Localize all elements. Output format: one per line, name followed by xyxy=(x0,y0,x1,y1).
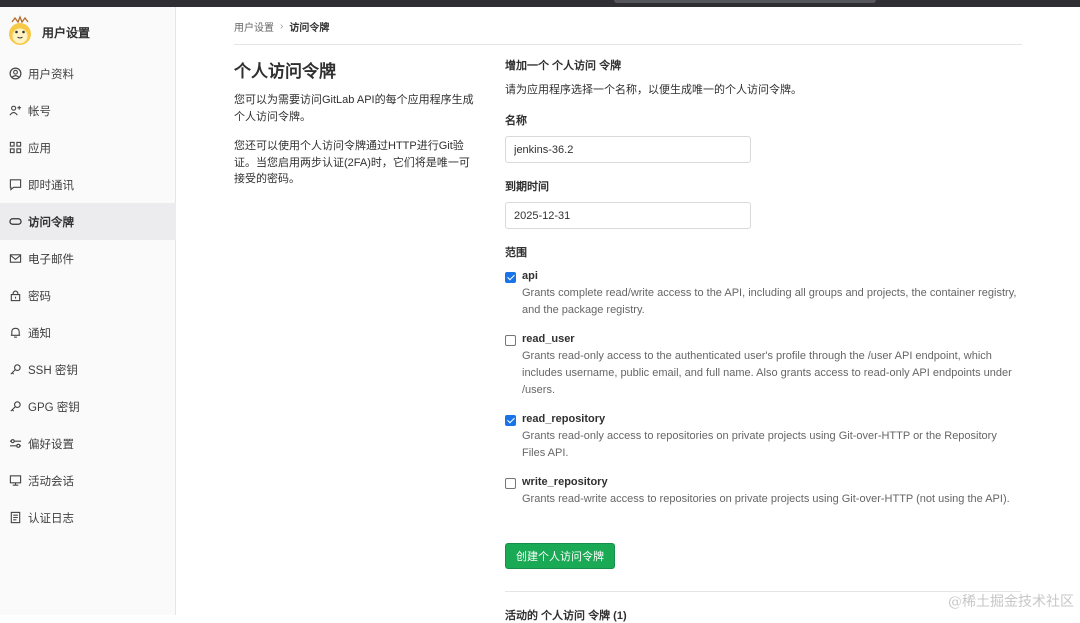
sidebar-item-profile[interactable]: 用户资料 xyxy=(0,55,176,92)
sidebar-item-active-sessions[interactable]: 活动会话 xyxy=(0,462,176,499)
scope-api: api Grants complete read/write access to… xyxy=(505,270,1021,319)
profile-icon xyxy=(8,67,22,81)
scope-name[interactable]: api xyxy=(522,270,1021,282)
intro-paragraph-2: 您还可以使用个人访问令牌通过HTTP进行Git验证。当您启用两步认证(2FA)时… xyxy=(234,138,480,188)
sidebar-item-label: SSH 密钥 xyxy=(28,362,78,378)
scope-write-repository: write_repository Grants read-write acces… xyxy=(505,476,1021,508)
key-icon xyxy=(8,400,22,414)
sidebar-item-label: 用户资料 xyxy=(28,66,74,82)
sidebar-nav: 用户资料 帐号 应用 即时通讯 访问令牌 电子邮件 密码 通知 xyxy=(0,55,176,536)
sidebar-item-label: 认证日志 xyxy=(28,510,74,526)
breadcrumb-parent[interactable]: 用户设置 xyxy=(234,19,274,34)
main-content: 用户设置 › 访问令牌 个人访问令牌 您可以为需要访问GitLab API的每个… xyxy=(176,7,1080,615)
account-icon xyxy=(8,104,22,118)
scope-read-repository: read_repository Grants read-only access … xyxy=(505,413,1021,462)
sidebar-item-account[interactable]: 帐号 xyxy=(0,92,176,129)
sidebar-item-label: 帐号 xyxy=(28,103,51,119)
scope-api-checkbox[interactable] xyxy=(505,272,516,283)
sidebar-item-chat[interactable]: 即时通讯 xyxy=(0,166,176,203)
scope-read-user: read_user Grants read-only access to the… xyxy=(505,333,1021,399)
sidebar-item-label: 应用 xyxy=(28,140,51,156)
active-tokens-title: 活动的 个人访问 令牌 (1) xyxy=(505,607,627,623)
bell-icon xyxy=(8,326,22,340)
sidebar-item-label: 偏好设置 xyxy=(28,436,74,452)
sidebar-item-label: 密码 xyxy=(28,288,51,304)
sidebar-header[interactable]: 用户设置 xyxy=(0,13,176,51)
token-name-input[interactable] xyxy=(505,136,751,163)
sidebar-title: 用户设置 xyxy=(42,24,90,41)
token-icon xyxy=(8,215,22,229)
settings-sidebar: 用户设置 用户资料 帐号 应用 即时通讯 访问令牌 电子邮件 密码 xyxy=(0,7,176,615)
scope-description: Grants complete read/write access to the… xyxy=(522,285,1021,319)
intro-paragraph-1: 您可以为需要访问GitLab API的每个应用程序生成个人访问令牌。 xyxy=(234,92,480,125)
sidebar-item-label: 访问令牌 xyxy=(28,214,74,230)
sidebar-item-applications[interactable]: 应用 xyxy=(0,129,176,166)
breadcrumb-divider xyxy=(234,44,1022,45)
user-avatar-icon[interactable] xyxy=(5,13,35,47)
sidebar-item-emails[interactable]: 电子邮件 xyxy=(0,240,176,277)
form-description: 请为应用程序选择一个名称，以便生成唯一的个人访问令牌。 xyxy=(505,81,1021,97)
sidebar-item-label: 电子邮件 xyxy=(28,251,74,267)
page-title: 个人访问令牌 xyxy=(234,57,480,82)
sidebar-item-label: 活动会话 xyxy=(28,473,74,489)
sidebar-item-label: 通知 xyxy=(28,325,51,341)
key-icon xyxy=(8,363,22,377)
sidebar-item-notifications[interactable]: 通知 xyxy=(0,314,176,351)
intro-section: 个人访问令牌 您可以为需要访问GitLab API的每个应用程序生成个人访问令牌… xyxy=(234,57,480,188)
scope-description: Grants read-only access to repositories … xyxy=(522,428,1021,462)
lock-icon xyxy=(8,289,22,303)
scope-write-repository-checkbox[interactable] xyxy=(505,478,516,489)
scope-name[interactable]: read_user xyxy=(522,333,1021,345)
sidebar-item-label: GPG 密钥 xyxy=(28,399,80,415)
watermark: @稀土掘金技术社区 xyxy=(948,591,1074,611)
name-label: 名称 xyxy=(505,112,1021,128)
scope-name[interactable]: write_repository xyxy=(522,476,1021,488)
section-divider xyxy=(505,591,1021,592)
token-form: 增加一个 个人访问 令牌 请为应用程序选择一个名称，以便生成唯一的个人访问令牌。… xyxy=(505,57,1021,508)
sidebar-item-ssh-keys[interactable]: SSH 密钥 xyxy=(0,351,176,388)
scope-read-repository-checkbox[interactable] xyxy=(505,415,516,426)
browser-top-bar xyxy=(0,0,1080,7)
chevron-right-icon: › xyxy=(280,21,283,32)
breadcrumb-current: 访问令牌 xyxy=(289,19,329,34)
expires-at-input[interactable] xyxy=(505,202,751,229)
monitor-icon xyxy=(8,474,22,488)
preferences-icon xyxy=(8,437,22,451)
scope-description: Grants read-write access to repositories… xyxy=(522,491,1021,508)
sidebar-item-preferences[interactable]: 偏好设置 xyxy=(0,425,176,462)
sidebar-item-access-tokens[interactable]: 访问令牌 xyxy=(0,203,176,240)
form-title: 增加一个 个人访问 令牌 xyxy=(505,57,1021,73)
sidebar-item-authentication-log[interactable]: 认证日志 xyxy=(0,499,176,536)
chat-icon xyxy=(8,178,22,192)
scope-description: Grants read-only access to the authentic… xyxy=(522,348,1021,399)
sidebar-item-gpg-keys[interactable]: GPG 密钥 xyxy=(0,388,176,425)
scopes-label: 范围 xyxy=(505,244,1021,260)
breadcrumb: 用户设置 › 访问令牌 xyxy=(234,19,329,34)
scope-read-user-checkbox[interactable] xyxy=(505,335,516,346)
log-icon xyxy=(8,511,22,525)
expires-label: 到期时间 xyxy=(505,178,1021,194)
applications-icon xyxy=(8,141,22,155)
scope-name[interactable]: read_repository xyxy=(522,413,1021,425)
address-bar-edge xyxy=(614,0,876,3)
sidebar-item-password[interactable]: 密码 xyxy=(0,277,176,314)
sidebar-item-label: 即时通讯 xyxy=(28,177,74,193)
email-icon xyxy=(8,252,22,266)
create-token-button[interactable]: 创建个人访问令牌 xyxy=(505,543,615,569)
